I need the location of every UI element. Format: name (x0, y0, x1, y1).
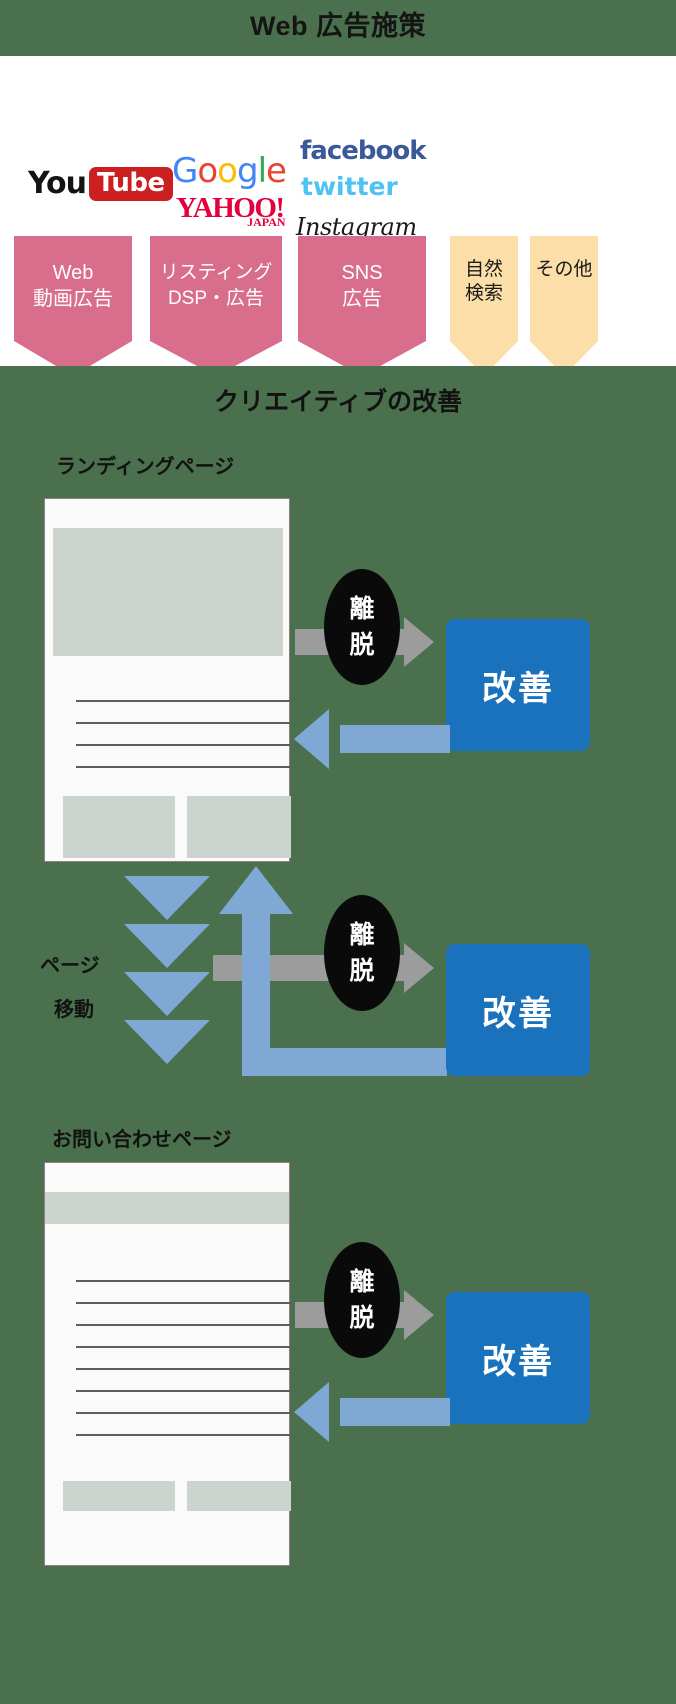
landing-page-label: ランディングページ (56, 456, 235, 478)
title-band: Web 広告施策 (0, 0, 676, 56)
page-move-label-line2: 移動 (54, 999, 94, 1021)
channel-label-line1: SNS (341, 262, 383, 284)
google-letter-6: e (266, 151, 287, 191)
mockup-submit-block (63, 1481, 175, 1511)
mockup-text-line (76, 722, 291, 724)
mockup-submit-block (187, 1481, 291, 1511)
page-move-chevron (124, 924, 210, 968)
channel-label-line1: 自然 (464, 259, 503, 280)
channel-label-line2: 検索 (464, 283, 503, 304)
page-move-chevron (124, 1020, 210, 1064)
mockup-text-line (76, 700, 291, 702)
google-letter-2: o (197, 151, 218, 191)
yahoo-japan-logo-icon: YAHOO! JAPAN (176, 194, 286, 229)
channel-banner-organic-search: 自然 検索 (450, 236, 518, 376)
mockup-cta-block (63, 796, 175, 858)
youtube-logo-icon: You Tube (28, 166, 173, 201)
mockup-text-line (76, 1434, 291, 1436)
exit-label-oval-contact: 離 脱 (324, 1242, 400, 1358)
mockup-text-line (76, 1412, 291, 1414)
improve-box-transition[interactable]: 改善 (446, 944, 590, 1076)
return-arrow-shaft-landing (340, 725, 450, 753)
return-arrow-horizontal-transition (242, 1048, 447, 1076)
youtube-logo-text-you: You (28, 166, 87, 201)
channel-label-line2: DSP・広告 (167, 288, 265, 309)
exit-arrow-head-landing (404, 617, 434, 667)
section-title: クリエイティブの改善 (213, 388, 462, 416)
landing-page-mockup (44, 498, 291, 862)
channel-label-line2: 動画広告 (33, 288, 113, 310)
exit-arrow-head-contact (404, 1290, 434, 1340)
exit-label-char-1: 離 (349, 1267, 375, 1296)
exit-label-oval-landing: 離 脱 (324, 569, 400, 685)
google-letter-3: o (217, 151, 238, 191)
mockup-text-line (76, 1302, 291, 1304)
mockup-text-line (76, 766, 291, 768)
channel-banner-web-video-ads: Web 動画広告 (14, 236, 132, 376)
yahoo-logo-subtext: JAPAN (247, 215, 286, 229)
return-arrow-head-transition (219, 866, 293, 914)
google-logo-icon: Google (172, 151, 287, 191)
google-letter-4: g (236, 151, 259, 191)
youtube-logo-text-tube: Tube (88, 166, 173, 201)
exit-arrow-head-transition (404, 943, 434, 993)
exit-label-char-2: 脱 (349, 957, 375, 985)
exit-label-char-2: 脱 (349, 1304, 375, 1332)
return-arrow-shaft-contact (340, 1398, 450, 1426)
mockup-header-band (45, 1192, 289, 1224)
mockup-text-line (76, 744, 291, 746)
facebook-logo-icon: facebook (300, 136, 427, 166)
page-move-chevron (124, 972, 210, 1016)
infographic-root: Web 広告施策 You Tube Google YAHOO! JAPAN fa… (0, 0, 676, 1704)
page-title: Web 広告施策 (249, 11, 426, 41)
logo-zone: You Tube Google YAHOO! JAPAN facebook tw… (0, 56, 676, 287)
channel-label-line2: 広告 (342, 288, 382, 310)
mockup-text-line (76, 1280, 291, 1282)
contact-page-label: お問い合わせページ (52, 1129, 232, 1151)
channel-banner-sns-ads: SNS 広告 (298, 236, 426, 376)
mockup-text-line (76, 1390, 291, 1392)
google-letter-5: l (257, 151, 268, 191)
return-arrow-head-contact (294, 1382, 329, 1442)
exit-label-char-1: 離 (349, 594, 375, 623)
exit-label-char-1: 離 (349, 920, 375, 949)
mockup-text-line (76, 1346, 291, 1348)
return-arrow-head-landing (294, 709, 329, 769)
mockup-hero-image (53, 528, 283, 656)
channel-label-line1: リスティング (159, 262, 273, 283)
mockup-text-line (76, 1324, 291, 1326)
improve-box-contact[interactable]: 改善 (446, 1292, 590, 1424)
channel-banner-other: その他 (530, 236, 598, 376)
mockup-cta-block (187, 796, 291, 858)
creative-improvement-panel: クリエイティブの改善 ランディングページ 離 脱 改善 ページ 移動 離 脱 改… (0, 366, 676, 1704)
contact-page-mockup (44, 1162, 291, 1566)
exit-label-oval-transition: 離 脱 (324, 895, 400, 1011)
page-move-chevron (124, 876, 210, 920)
mockup-text-line (76, 1368, 291, 1370)
page-move-label-line1: ページ (40, 955, 100, 977)
improve-box-landing[interactable]: 改善 (446, 619, 590, 751)
channel-banner-listing-dsp-ads: リスティング DSP・広告 (150, 236, 282, 376)
google-letter-1: G (172, 151, 198, 191)
channel-label-line1: Web (52, 262, 94, 284)
twitter-logo-icon: twitter (301, 172, 398, 201)
exit-label-char-2: 脱 (349, 631, 375, 659)
channel-label-line1: その他 (535, 259, 593, 280)
